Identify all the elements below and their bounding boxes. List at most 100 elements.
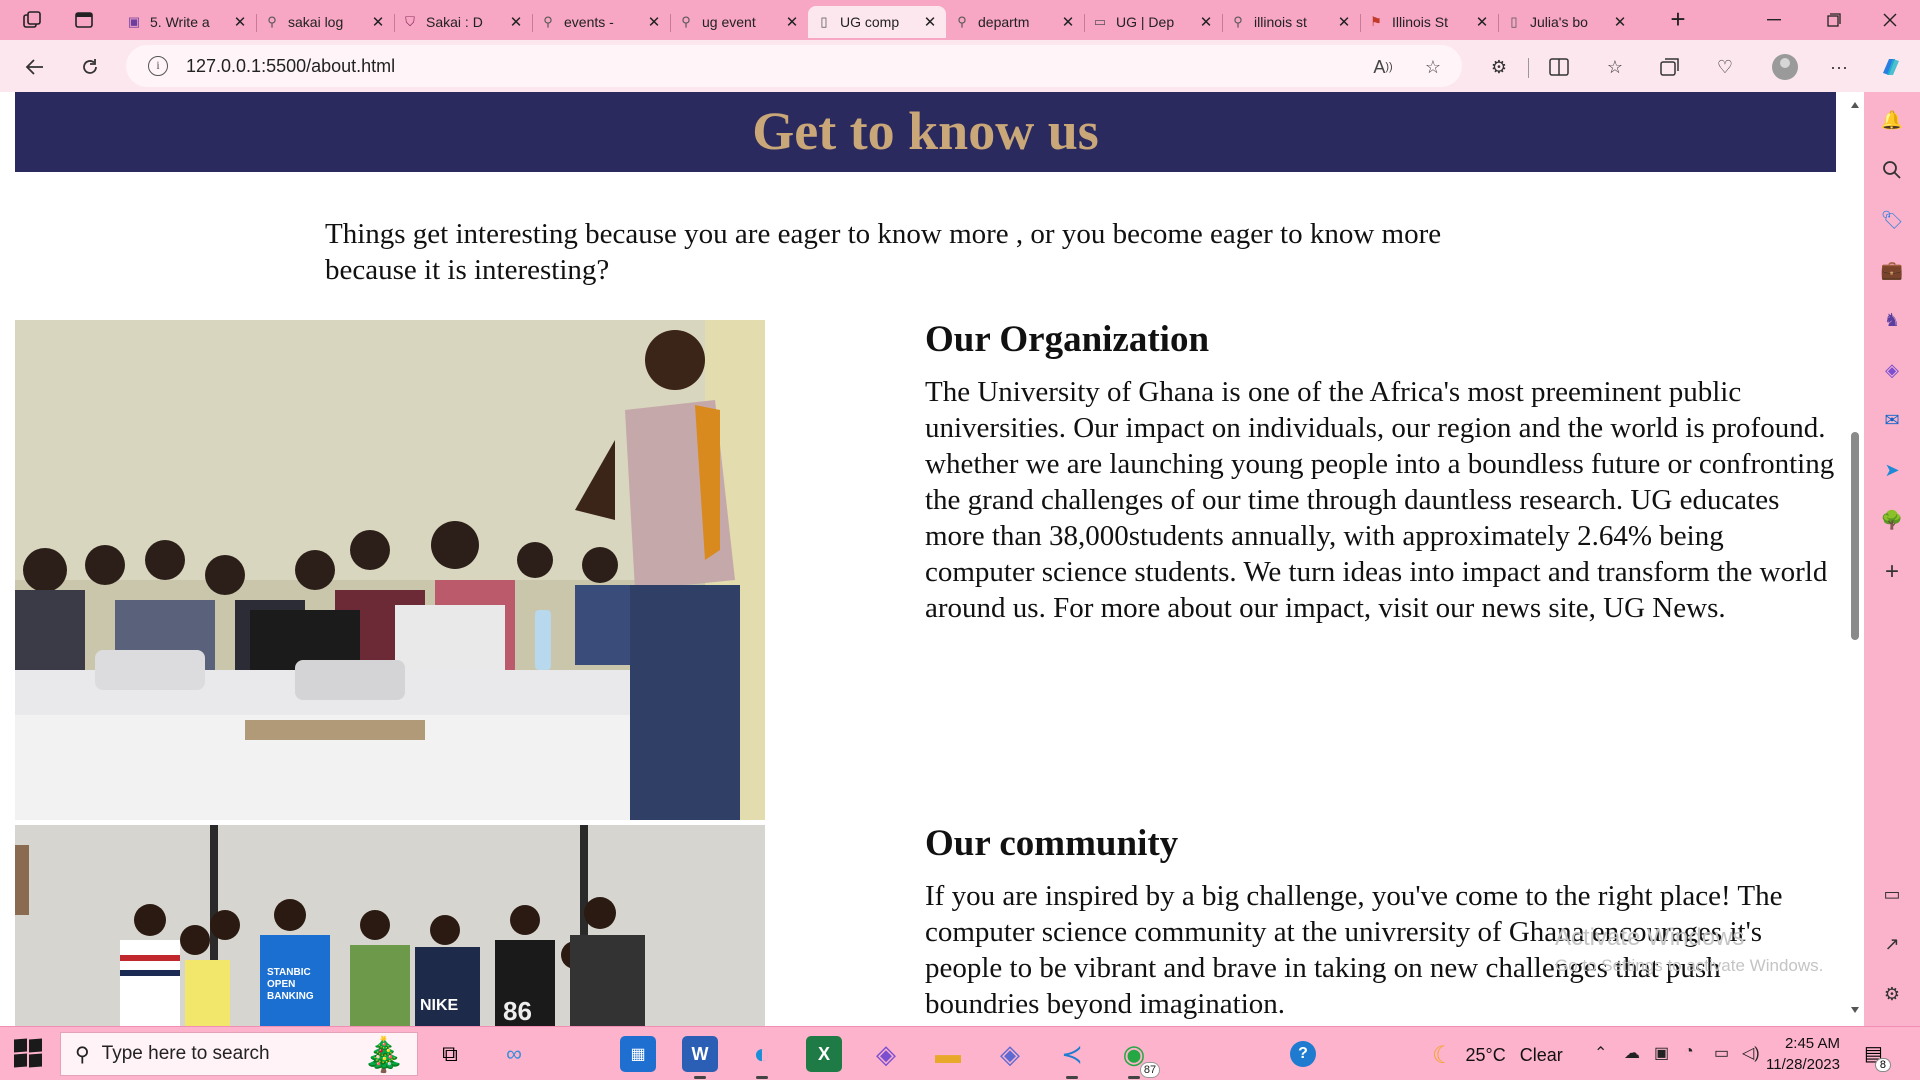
new-tab-button[interactable]: + [1664, 6, 1692, 34]
vscode-icon[interactable]: ≺ [1054, 1036, 1090, 1079]
favorite-star-icon[interactable]: ☆ [1420, 54, 1446, 80]
hide-sidebar-icon[interactable]: ▭ [1878, 880, 1906, 908]
scroll-up-arrow-icon[interactable] [1851, 102, 1859, 108]
minimize-button[interactable] [1746, 0, 1802, 40]
shirt-text-nike: NIKE [420, 997, 459, 1014]
close-tab-icon[interactable]: ✕ [1060, 13, 1076, 31]
extensions-icon[interactable]: ⚙ [1484, 52, 1514, 82]
games-icon[interactable]: ♞ [1878, 306, 1906, 334]
tab-5[interactable]: ▯ UG comp ✕ [808, 6, 946, 38]
notification-center-icon[interactable]: ▤ 8 [1864, 1041, 1891, 1072]
word-icon[interactable]: W [682, 1036, 718, 1079]
browser-essentials-icon[interactable]: ♡ [1710, 52, 1740, 82]
close-tab-icon[interactable]: ✕ [1612, 13, 1628, 31]
close-tab-icon[interactable]: ✕ [646, 13, 662, 31]
start-button[interactable] [14, 1038, 44, 1069]
close-tab-icon[interactable]: ✕ [1198, 13, 1214, 31]
scrollbar-thumb[interactable] [1851, 432, 1859, 640]
tab-7[interactable]: ▭ UG | Dep ✕ [1084, 6, 1222, 38]
shirt-number-86: 86 [503, 996, 532, 1026]
split-screen-icon[interactable] [1544, 52, 1574, 82]
sidebar-settings-gear-icon[interactable]: ⚙ [1878, 980, 1906, 1008]
edge-browser-icon[interactable]: ◐ [744, 1036, 780, 1079]
collections-icon[interactable] [1655, 52, 1685, 82]
site-info-icon[interactable]: i [148, 56, 168, 76]
tab-4[interactable]: ⚲ ug event ✕ [670, 6, 808, 38]
page-scrollbar[interactable] [1846, 92, 1864, 1026]
microsoft-store-icon[interactable]: ▦ [620, 1036, 656, 1072]
url-text[interactable]: 127.0.0.1:5500/about.html [186, 56, 395, 77]
weather-temp: 25°C [1465, 1045, 1506, 1065]
shirt-text-open: OPEN [267, 979, 295, 990]
outlook-icon[interactable]: ✉ [1878, 406, 1906, 434]
tab-2[interactable]: ⛉ Sakai : D ✕ [394, 6, 532, 38]
page-viewport: Get to know us Things get interesting be… [0, 92, 1864, 1026]
close-tab-icon[interactable]: ✕ [232, 13, 248, 31]
windows-taskbar: ⚲ Type here to search 🎄 ⧉ ∞ ▦ W ◐ X ◈ ▬ … [0, 1026, 1920, 1080]
task-view-icon[interactable]: ⧉ [432, 1036, 468, 1072]
search-icon[interactable] [1878, 156, 1906, 184]
flag-icon: ⚑ [1370, 14, 1382, 29]
tab-actions-icon[interactable] [70, 6, 98, 34]
tab-title: Julia's bo [1530, 14, 1588, 30]
address-bar[interactable]: i 127.0.0.1:5500/about.html A)) ☆ [126, 45, 1462, 87]
browser-toolbar: i 127.0.0.1:5500/about.html A)) ☆ ⚙ ☆ ♡ … [0, 40, 1920, 92]
tools-briefcase-icon[interactable]: 💼 [1878, 256, 1906, 284]
wifi-icon[interactable]: ◔ [1684, 1043, 1694, 1061]
tab-9[interactable]: ⚑ Illinois St ✕ [1360, 6, 1498, 38]
tab-1[interactable]: ⚲ sakai log ✕ [256, 6, 394, 38]
tab-title: Illinois St [1392, 14, 1449, 30]
show-hidden-icons-chevron-icon[interactable]: ⌃ [1594, 1043, 1607, 1063]
organization-section: Our Organization The University of Ghana… [925, 318, 1835, 626]
back-button[interactable] [20, 52, 50, 82]
system-clock[interactable]: 2:45 AM 11/28/2023 [1760, 1033, 1840, 1075]
profile-avatar[interactable] [1772, 54, 1798, 80]
tree-icon[interactable]: 🌳 [1878, 506, 1906, 534]
shopping-tag-icon[interactable]: 🏷 [1878, 206, 1906, 234]
close-tab-icon[interactable]: ✕ [1336, 13, 1352, 31]
tab-6[interactable]: ⚲ departm ✕ [946, 6, 1084, 38]
tab-3[interactable]: ⚲ events - ✕ [532, 6, 670, 38]
taskbar-search-box[interactable]: ⚲ Type here to search 🎄 [60, 1032, 418, 1076]
page-icon: ▯ [820, 14, 828, 29]
copilot-icon[interactable] [1876, 52, 1906, 82]
volume-icon[interactable]: ◁) [1742, 1043, 1760, 1063]
camera-usage-icon[interactable]: ▣ [1654, 1043, 1669, 1063]
notification-count: 8 [1874, 1058, 1891, 1072]
copilot-infinity-icon[interactable]: ∞ [496, 1036, 532, 1072]
read-aloud-icon[interactable]: A)) [1370, 54, 1396, 80]
favorites-icon[interactable]: ☆ [1600, 52, 1630, 82]
microsoft-365-app-icon[interactable]: ◈ [868, 1036, 904, 1072]
tab-0[interactable]: ▣ 5. Write a ✕ [118, 6, 256, 38]
add-sidebar-app-icon[interactable]: + [1878, 558, 1906, 586]
reload-button[interactable] [75, 52, 105, 82]
more-menu-icon[interactable]: ··· [1824, 52, 1854, 82]
page-banner: Get to know us [15, 92, 1836, 172]
weather-widget[interactable]: ☾ 25°C Clear [1432, 1041, 1563, 1070]
excel-icon[interactable]: X [806, 1036, 842, 1072]
open-external-icon[interactable]: ↗ [1878, 930, 1906, 958]
notifications-bell-icon[interactable]: 🔔 [1878, 106, 1906, 134]
tab-8[interactable]: ⚲ illinois st ✕ [1222, 6, 1360, 38]
activate-windows-watermark: Activate Windows Go to Settings to activ… [1555, 924, 1823, 976]
loop-app-icon[interactable]: ◈ [992, 1036, 1028, 1072]
microsoft-365-icon[interactable]: ◈ [1878, 356, 1906, 384]
restore-button[interactable] [1806, 0, 1862, 40]
close-window-button[interactable] [1862, 0, 1918, 40]
close-tab-icon[interactable]: ✕ [922, 13, 938, 31]
community-section: Our community If you are inspired by a b… [925, 822, 1835, 1022]
file-explorer-icon[interactable]: ▬ [930, 1036, 966, 1072]
page-title: Get to know us [752, 101, 1099, 161]
scroll-down-arrow-icon[interactable] [1851, 1007, 1859, 1013]
close-tab-icon[interactable]: ✕ [1474, 13, 1490, 31]
telegram-icon[interactable]: ➤ [1878, 456, 1906, 484]
onedrive-cloud-icon[interactable]: ☁ [1624, 1043, 1640, 1063]
tab-10[interactable]: ▯ Julia's bo ✕ [1498, 6, 1636, 38]
close-tab-icon[interactable]: ✕ [508, 13, 524, 31]
help-icon[interactable]: ? [1290, 1041, 1316, 1067]
workspaces-icon[interactable] [18, 6, 46, 34]
close-tab-icon[interactable]: ✕ [784, 13, 800, 31]
battery-icon[interactable]: ▭ [1714, 1043, 1729, 1063]
whatsapp-icon[interactable]: ◉ 87 [1116, 1036, 1160, 1079]
close-tab-icon[interactable]: ✕ [370, 13, 386, 31]
